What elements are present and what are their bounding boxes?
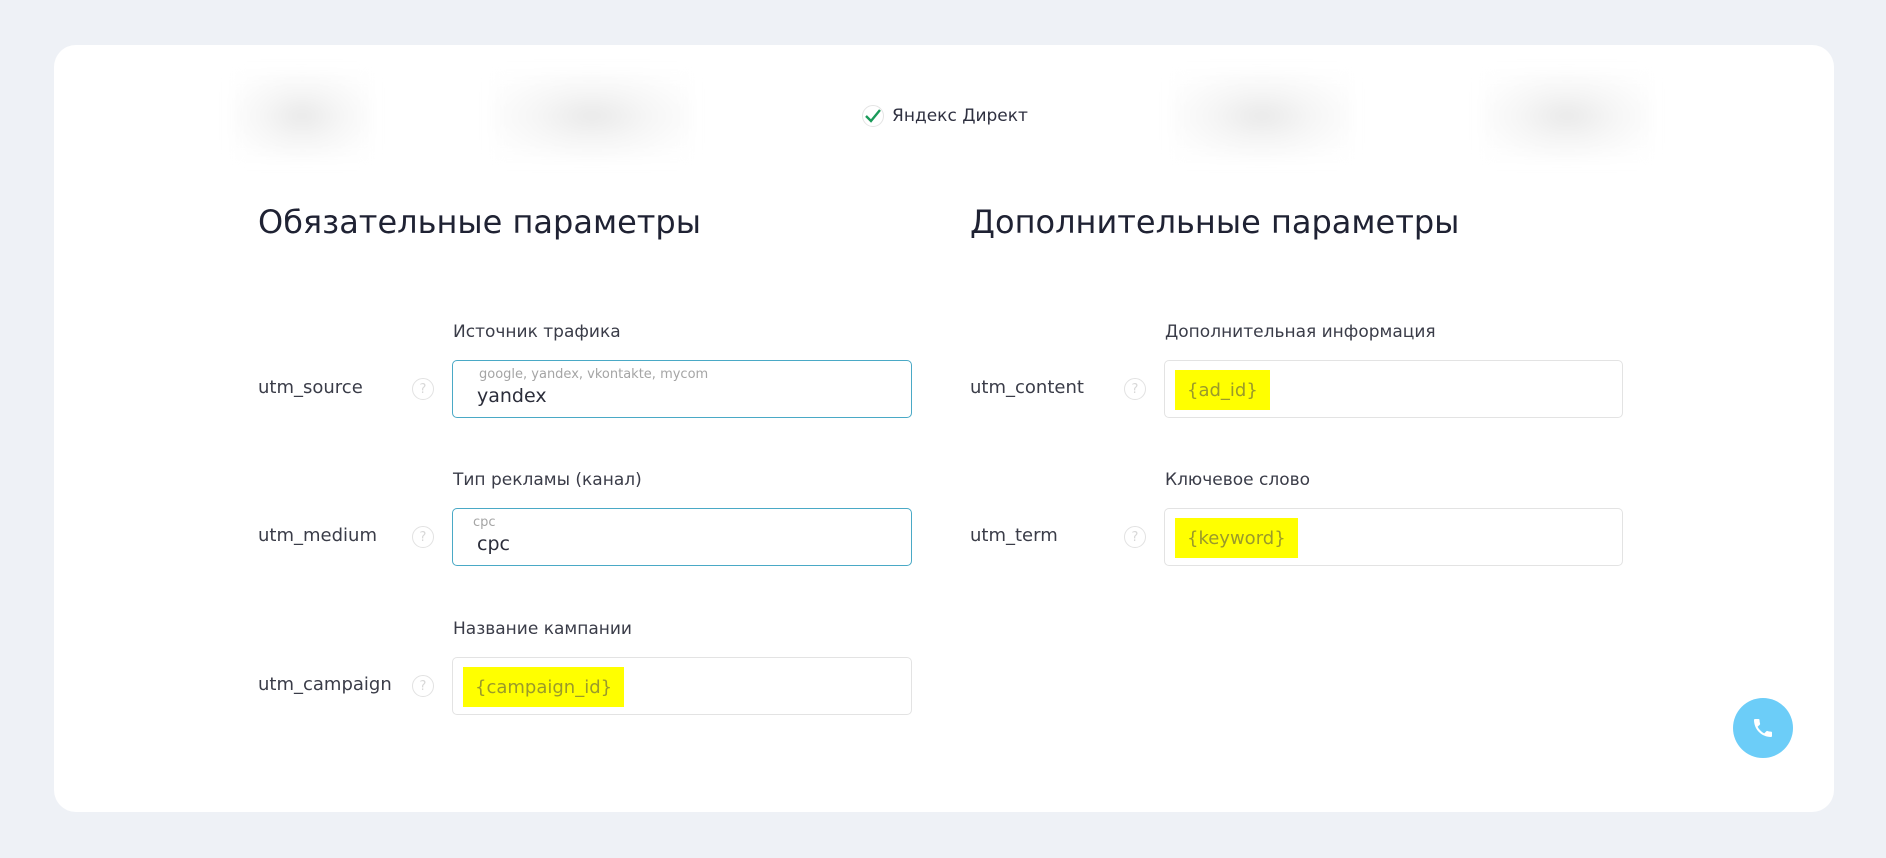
input-hint: google, yandex, vkontakte, mycom	[479, 367, 709, 382]
source-tab[interactable]	[232, 72, 372, 160]
help-icon[interactable]: ?	[1124, 378, 1146, 400]
utm-campaign-input[interactable]: {campaign_id}	[452, 657, 912, 715]
help-icon[interactable]: ?	[412, 675, 434, 697]
source-tab[interactable]	[492, 72, 692, 160]
source-tab[interactable]	[1482, 72, 1652, 160]
utm-source-input[interactable]: google, yandex, vkontakte, mycom yandex	[452, 360, 912, 418]
help-icon[interactable]: ?	[412, 378, 434, 400]
help-icon[interactable]: ?	[412, 526, 434, 548]
tab-label: Яндекс Директ	[892, 106, 1028, 126]
call-button[interactable]	[1733, 698, 1793, 758]
input-value-highlighted: {ad_id}	[1175, 370, 1270, 410]
check-icon	[862, 105, 885, 127]
field-label: Ключевое слово	[1165, 470, 1311, 490]
required-params-title: Обязательные параметры	[258, 203, 701, 241]
utm-content-input[interactable]: {ad_id}	[1164, 360, 1623, 418]
field-label: Источник трафика	[453, 322, 621, 342]
optional-params-title: Дополнительные параметры	[970, 203, 1460, 241]
input-value: cpc	[477, 533, 510, 555]
help-icon[interactable]: ?	[1124, 526, 1146, 548]
input-value-highlighted: {campaign_id}	[463, 667, 625, 707]
input-value-highlighted: {keyword}	[1175, 518, 1298, 558]
source-tab-yandex-direct[interactable]: Яндекс Директ	[845, 72, 1045, 160]
field-label: Дополнительная информация	[1165, 322, 1436, 342]
input-value: yandex	[477, 385, 547, 407]
utm-medium-input[interactable]: cpc cpc	[452, 508, 912, 566]
param-name: utm_medium	[258, 525, 377, 546]
param-name: utm_campaign	[258, 674, 392, 695]
utm-builder-card	[54, 45, 1834, 812]
source-tab[interactable]	[1172, 72, 1352, 160]
param-name: utm_content	[970, 377, 1084, 398]
param-name: utm_term	[970, 525, 1058, 546]
field-label: Тип рекламы (канал)	[453, 470, 642, 490]
utm-term-input[interactable]: {keyword}	[1164, 508, 1623, 566]
input-hint: cpc	[473, 515, 496, 530]
phone-icon	[1754, 719, 1772, 737]
field-label: Название кампании	[453, 619, 632, 639]
param-name: utm_source	[258, 377, 363, 398]
